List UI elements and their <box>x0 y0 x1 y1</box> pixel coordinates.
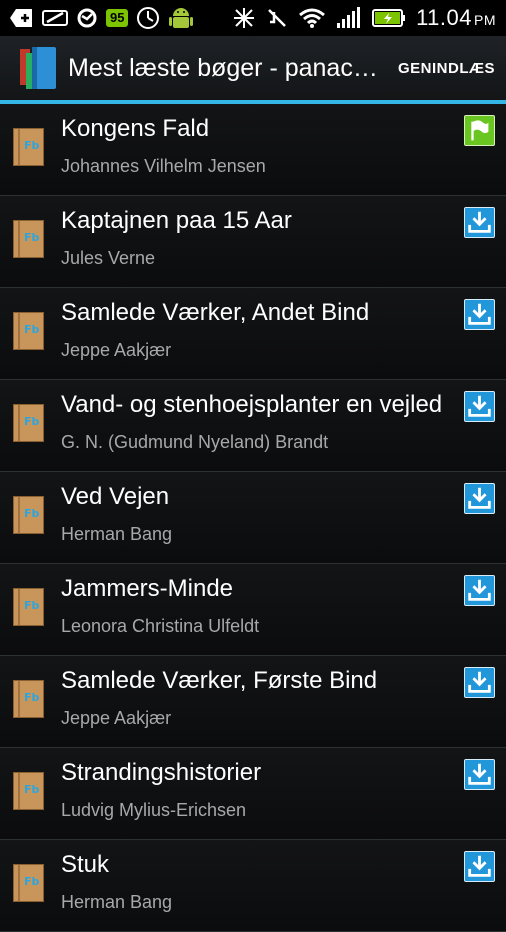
app-books-icon[interactable] <box>14 45 60 91</box>
reload-button[interactable]: GENINDLÆS <box>398 60 495 77</box>
book-title: Vand- og stenhoejsplanter en vejledning <box>61 391 441 418</box>
list-item[interactable]: Fb Strandingshistorier Ludvig Mylius-Eri… <box>0 748 506 840</box>
page-title: Mest læste bøger - panacea <box>68 53 378 82</box>
download-icon[interactable] <box>464 667 495 698</box>
book-badge: Fb <box>24 783 40 796</box>
book-badge: Fb <box>24 691 40 704</box>
status-time-ampm: PM <box>474 12 496 28</box>
signal-icon <box>337 7 361 28</box>
sync-icon <box>77 8 97 28</box>
book-badge: Fb <box>24 507 40 520</box>
book-badge: Fb <box>24 323 40 336</box>
list-item[interactable]: Fb Kaptajnen paa 15 Aar Jules Verne <box>0 196 506 288</box>
add-notification-icon <box>10 9 32 27</box>
book-list[interactable]: Fb Kongens Fald Johannes Vilhelm Jensen … <box>0 104 506 932</box>
book-title: Stuk <box>61 851 110 878</box>
book-badge: Fb <box>24 415 40 428</box>
book-icon: Fb <box>13 312 44 350</box>
ticket-icon <box>42 10 68 26</box>
book-author: Herman Bang <box>61 524 173 544</box>
book-author: Johannes Vilhelm Jensen <box>61 156 266 176</box>
mute-icon <box>268 9 286 27</box>
list-item[interactable]: Fb Kongens Fald Johannes Vilhelm Jensen <box>0 104 506 196</box>
book-author: G. N. (Gudmund Nyeland) Brandt <box>61 432 329 452</box>
book-author: Herman Bang <box>61 892 173 912</box>
book-icon: Fb <box>13 128 44 166</box>
book-author: Jules Verne <box>61 248 156 268</box>
status-time-value: 11.04 <box>416 5 472 30</box>
book-title: Kongens Fald <box>61 115 210 142</box>
book-author: Jeppe Aakjær <box>61 708 172 728</box>
download-icon[interactable] <box>464 483 495 514</box>
download-icon[interactable] <box>464 851 495 882</box>
list-item[interactable]: Fb Vand- og stenhoejsplanter en vejledni… <box>0 380 506 472</box>
flag-icon[interactable] <box>464 115 495 146</box>
status-time: 11.04 PM <box>416 5 496 31</box>
list-item[interactable]: Fb Samlede Værker, Andet Bind Jeppe Aakj… <box>0 288 506 380</box>
battery-charging-icon <box>372 9 406 27</box>
list-item[interactable]: Fb Ved Vejen Herman Bang <box>0 472 506 564</box>
list-item[interactable]: Fb Stuk Herman Bang <box>0 840 506 932</box>
book-title: Samlede Værker, Andet Bind <box>61 299 370 326</box>
book-icon: Fb <box>13 220 44 258</box>
book-author: Jeppe Aakjær <box>61 340 172 360</box>
action-bar: Mest læste bøger - panacea GENINDLÆS <box>0 36 506 100</box>
book-icon: Fb <box>13 772 44 810</box>
gps-icon <box>234 8 255 28</box>
book-author: Ludvig Mylius-Erichsen <box>61 800 247 820</box>
download-icon[interactable] <box>464 207 495 238</box>
book-title: Strandingshistorier <box>61 759 262 786</box>
android-icon <box>169 8 194 28</box>
book-icon: Fb <box>13 496 44 534</box>
list-item[interactable]: Fb Samlede Værker, Første Bind Jeppe Aak… <box>0 656 506 748</box>
book-badge: Fb <box>24 231 40 244</box>
book-title: Kaptajnen paa 15 Aar <box>61 207 292 234</box>
book-icon: Fb <box>13 588 44 626</box>
book-icon: Fb <box>13 404 44 442</box>
book-icon: Fb <box>13 680 44 718</box>
download-icon[interactable] <box>464 759 495 790</box>
wifi-icon <box>299 8 326 28</box>
download-icon[interactable] <box>464 299 495 330</box>
book-author: Leonora Christina Ulfeldt <box>61 616 260 636</box>
battery-percent-badge: 95 <box>106 9 129 27</box>
book-icon: Fb <box>13 864 44 902</box>
book-badge: Fb <box>24 139 40 152</box>
list-item[interactable]: Fb Jammers-Minde Leonora Christina Ulfel… <box>0 564 506 656</box>
status-bar: 95 11.04 PM <box>0 0 506 36</box>
book-badge: Fb <box>24 599 40 612</box>
book-title: Jammers-Minde <box>61 575 234 602</box>
book-badge: Fb <box>24 875 40 888</box>
download-icon[interactable] <box>464 391 495 422</box>
book-title: Samlede Værker, Første Bind <box>61 667 378 694</box>
speedometer-icon <box>137 7 160 29</box>
book-title: Ved Vejen <box>61 483 170 510</box>
download-icon[interactable] <box>464 575 495 606</box>
